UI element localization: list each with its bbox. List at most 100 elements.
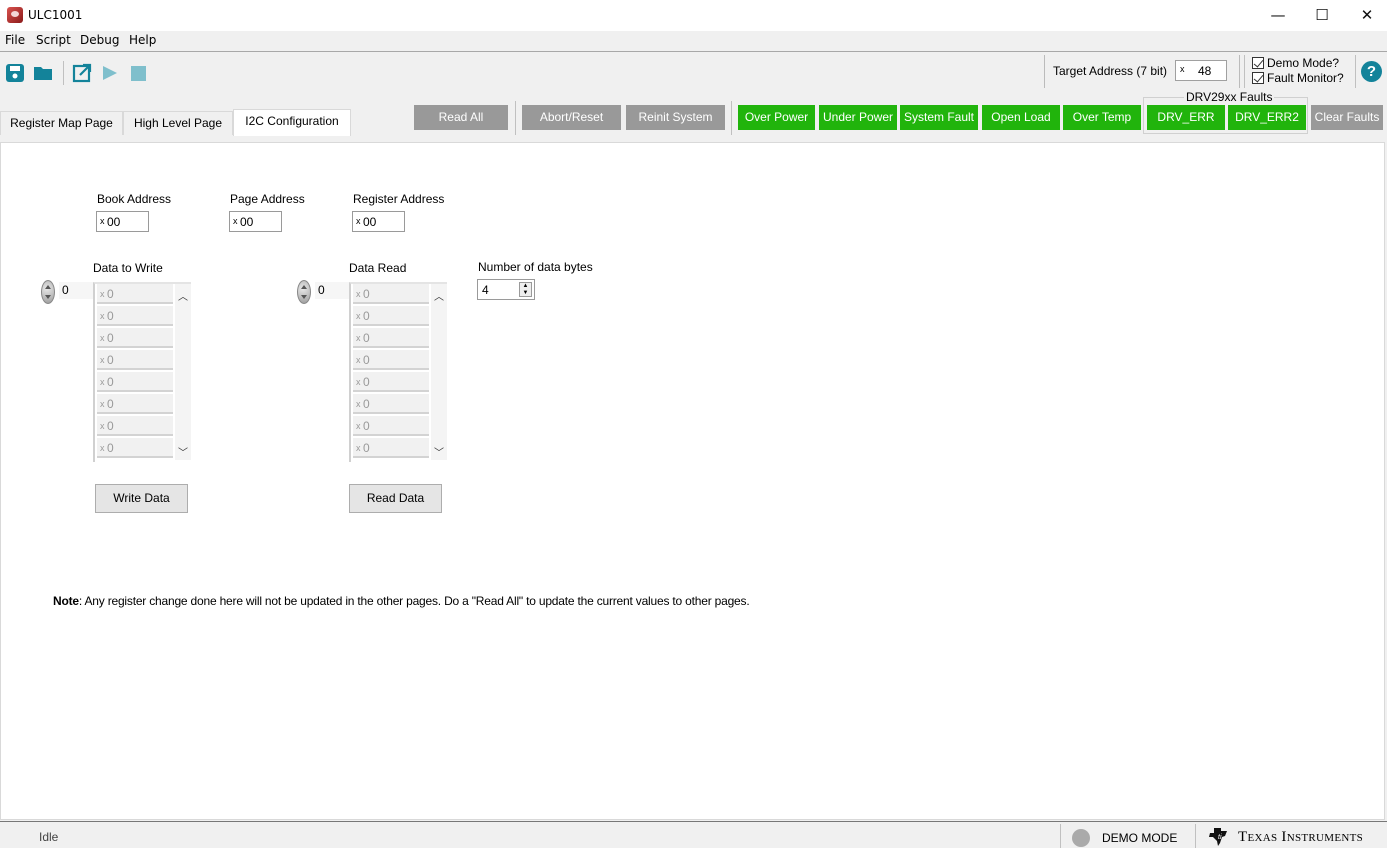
read-data-cell: x0	[353, 328, 429, 348]
menu-script[interactable]: Script	[36, 33, 71, 47]
read-data-value: 0	[363, 287, 370, 301]
book-address-input[interactable]: x 00	[96, 211, 149, 232]
tab-i2c-configuration[interactable]: I2C Configuration	[233, 109, 351, 136]
over-power-indicator[interactable]: Over Power	[738, 105, 815, 130]
hex-prefix: x	[100, 421, 105, 431]
abort-reset-button[interactable]: Abort/Reset	[522, 105, 621, 130]
system-fault-indicator[interactable]: System Fault	[900, 105, 978, 130]
hex-prefix: x	[356, 377, 361, 387]
scroll-up-icon[interactable]: ︿	[433, 288, 445, 303]
open-folder-icon[interactable]	[33, 63, 53, 83]
toolbar-divider	[1244, 55, 1245, 88]
num-bytes-spinner-icon[interactable]: ▲ ▼	[519, 282, 532, 297]
target-address-input[interactable]: x 48	[1175, 60, 1227, 81]
register-address-value: 00	[363, 215, 377, 229]
write-data-value: 0	[107, 287, 114, 301]
menu-debug[interactable]: Debug	[80, 33, 119, 47]
under-power-indicator[interactable]: Under Power	[819, 105, 897, 130]
data-read-label: Data Read	[349, 261, 407, 275]
app-icon	[7, 7, 23, 23]
clear-faults-button[interactable]: Clear Faults	[1311, 105, 1383, 130]
data-to-write-label: Data to Write	[93, 261, 163, 275]
close-button[interactable]: ✕	[1344, 0, 1387, 31]
open-load-indicator[interactable]: Open Load	[982, 105, 1060, 130]
menu-file[interactable]: File	[5, 33, 25, 47]
tab-register-map[interactable]: Register Map Page	[0, 111, 123, 135]
target-address-label: Target Address (7 bit)	[1053, 64, 1168, 78]
help-icon[interactable]: ?	[1361, 61, 1382, 82]
read-array-index-value[interactable]: 0	[315, 282, 349, 299]
index-spinner-icon[interactable]	[41, 280, 55, 304]
scroll-down-icon[interactable]: ﹀	[177, 444, 189, 459]
fault-monitor-checkbox[interactable]: Fault Monitor?	[1252, 71, 1344, 85]
read-data-cell: x0	[353, 438, 429, 458]
hex-prefix: x	[100, 399, 105, 409]
write-data-cell[interactable]: x0	[97, 306, 173, 326]
reinit-system-button[interactable]: Reinit System	[626, 105, 725, 130]
write-data-value: 0	[107, 331, 114, 345]
data-to-write-array[interactable]: ︿ ﹀ x0x0x0x0x0x0x0x0	[93, 282, 191, 462]
svg-text:ti: ti	[1218, 834, 1222, 841]
num-bytes-input[interactable]: 4 ▲ ▼	[477, 279, 535, 300]
array-scrollbar[interactable]: ︿ ﹀	[431, 284, 447, 460]
drv-err2-indicator[interactable]: DRV_ERR2	[1228, 105, 1306, 130]
register-address-input[interactable]: x 00	[352, 211, 405, 232]
register-address-label: Register Address	[353, 192, 445, 206]
play-icon[interactable]	[100, 63, 120, 83]
tab-high-level[interactable]: High Level Page	[123, 111, 233, 135]
write-data-value: 0	[107, 441, 114, 455]
index-spinner-icon[interactable]	[297, 280, 311, 304]
read-array-index[interactable]: 0	[297, 280, 349, 304]
write-data-cell[interactable]: x0	[97, 284, 173, 304]
read-data-value: 0	[363, 397, 370, 411]
demo-mode-led-icon	[1072, 829, 1090, 847]
hex-prefix: x	[356, 355, 361, 365]
write-data-button[interactable]: Write Data	[95, 484, 188, 513]
page-address-input[interactable]: x 00	[229, 211, 282, 232]
hex-prefix: x	[356, 421, 361, 431]
write-data-cell[interactable]: x0	[97, 328, 173, 348]
write-data-cell[interactable]: x0	[97, 350, 173, 370]
write-data-value: 0	[107, 397, 114, 411]
array-scrollbar[interactable]: ︿ ﹀	[175, 284, 191, 460]
over-temp-indicator[interactable]: Over Temp	[1063, 105, 1141, 130]
demo-mode-checkbox[interactable]: Demo Mode?	[1252, 56, 1339, 70]
hex-prefix: x	[356, 311, 361, 321]
drv-err-indicator[interactable]: DRV_ERR	[1147, 105, 1225, 130]
external-link-icon[interactable]	[72, 63, 92, 83]
checkbox-checked-icon[interactable]	[1252, 72, 1264, 84]
write-data-cell[interactable]: x0	[97, 438, 173, 458]
menu-bar: File Script Debug Help	[0, 31, 1387, 52]
scroll-up-icon[interactable]: ︿	[177, 288, 189, 303]
status-divider	[1060, 824, 1061, 848]
hex-prefix: x	[100, 355, 105, 365]
save-icon[interactable]	[5, 63, 25, 83]
write-data-cell[interactable]: x0	[97, 416, 173, 436]
maximize-button[interactable]: ☐	[1299, 0, 1345, 31]
write-data-cell[interactable]: x0	[97, 394, 173, 414]
status-text: Idle	[39, 830, 59, 844]
read-data-button[interactable]: Read Data	[349, 484, 442, 513]
write-array-index[interactable]: 0	[41, 280, 93, 304]
write-data-value: 0	[107, 375, 114, 389]
toolbar-divider	[1355, 55, 1356, 88]
drv-faults-label: DRV29xx Faults	[1184, 90, 1275, 104]
hex-prefix: x	[100, 443, 105, 453]
minimize-button[interactable]: —	[1255, 0, 1301, 31]
hex-prefix: x	[1180, 64, 1185, 74]
action-divider	[731, 101, 732, 135]
checkbox-checked-icon[interactable]	[1252, 57, 1264, 69]
read-all-button[interactable]: Read All	[414, 105, 508, 130]
read-data-value: 0	[363, 419, 370, 433]
scroll-down-icon[interactable]: ﹀	[433, 444, 445, 459]
fault-monitor-label: Fault Monitor?	[1267, 71, 1344, 85]
write-data-cell[interactable]: x0	[97, 372, 173, 392]
note-label: Note	[53, 594, 79, 608]
write-array-index-value[interactable]: 0	[59, 282, 93, 299]
hex-prefix: x	[100, 333, 105, 343]
read-data-cell: x0	[353, 284, 429, 304]
menu-help[interactable]: Help	[129, 33, 156, 47]
stop-icon[interactable]	[128, 63, 148, 83]
num-bytes-label: Number of data bytes	[478, 260, 593, 274]
write-data-value: 0	[107, 419, 114, 433]
